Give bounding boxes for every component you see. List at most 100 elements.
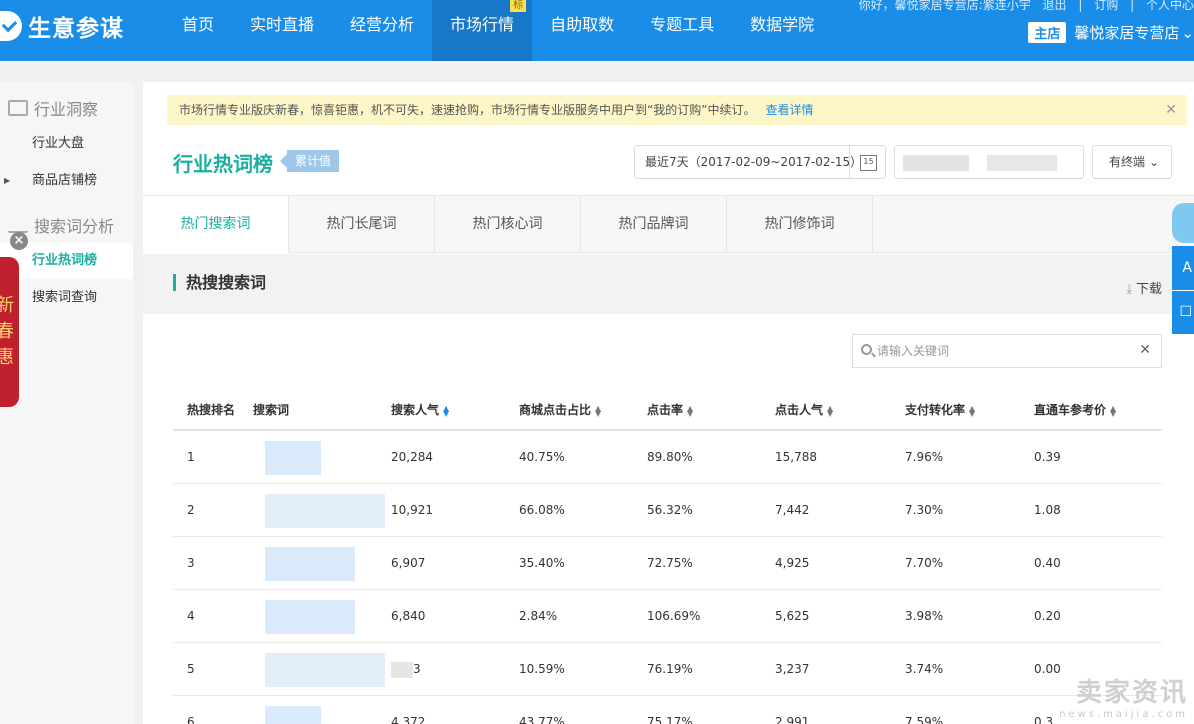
table-row[interactable]: 1 20,284 40.75% 89.80% 15,788 7.96% 0.39 [173, 431, 1162, 484]
notice-text: 市场行情专业版庆新春，惊喜钜惠，机不可失，速速抢购，市场行情专业版服务中用户到“… [179, 103, 756, 117]
watermark: 卖家资讯 news.maijia.com [1059, 672, 1188, 720]
sort-icon[interactable]: ▲ ▼ [827, 404, 833, 417]
tab-brand-words[interactable]: 热门品牌词 [581, 196, 727, 253]
table-row[interactable]: 4 6,840 2.84% 106.69% 5,625 3.98% 0.20 [173, 590, 1162, 643]
close-icon[interactable]: × [10, 232, 28, 250]
tab-label: 热门品牌词 [618, 216, 689, 232]
cell-rank: 3 [187, 556, 195, 570]
font-icon[interactable]: A [1182, 260, 1192, 276]
sidebar: 行业洞察 行业大盘 ▶ 商品店铺榜 搜索词分析 行业热词榜 搜索词查询 [0, 82, 133, 724]
download-button[interactable]: ⤓ 下载 [1126, 278, 1162, 297]
sidebar-item-label: 搜索词查询 [32, 290, 98, 305]
nav-market[interactable]: 市场行情 标 [432, 0, 533, 61]
order-link[interactable]: 订购 [1094, 0, 1118, 12]
sort-icon[interactable]: ▲ ▼ [595, 404, 601, 417]
nav-home-label: 首页 [182, 15, 215, 34]
cell-keyword[interactable] [253, 484, 391, 536]
col-ztc-price[interactable]: 直通车参考价 ▲ ▼ [1034, 389, 1162, 429]
tab-core-words[interactable]: 热门核心词 [435, 196, 581, 253]
greeting: 你好，馨悦家居专营店:紫连小宇 [858, 0, 1031, 12]
logo-check-icon [0, 11, 22, 41]
col-mall-click-ratio[interactable]: 商城点击占比 ▲ ▼ [519, 389, 647, 429]
nav-self-service[interactable]: 自助取数 [532, 0, 632, 61]
sidebar-item-industry-overview[interactable]: 行业大盘 [0, 126, 133, 162]
cell-keyword[interactable] [253, 537, 391, 589]
sidebar-item-search-query[interactable]: 搜索词查询 [0, 280, 133, 316]
table-row[interactable]: 3 6,907 35.40% 72.75% 4,925 7.70% 0.40 [173, 537, 1162, 590]
logo[interactable]: 生意参谋 [0, 8, 124, 44]
nav-home[interactable]: 首页 [164, 0, 232, 61]
nav-topic-tools[interactable]: 专题工具 [632, 0, 732, 61]
logout-link[interactable]: 退出 [1043, 0, 1067, 12]
cell-click-pop: 4,925 [775, 556, 810, 570]
sidebar-item-product-shop-rank[interactable]: ▶ 商品店铺榜 [0, 163, 133, 199]
cell-keyword[interactable] [253, 643, 391, 695]
store-switcher[interactable]: 主店 馨悦家居专营店 [1028, 22, 1194, 43]
logo-text: 生意参谋 [28, 16, 124, 42]
cell-search-pop: 6,907 [391, 556, 426, 570]
clear-icon[interactable]: ✕ [1139, 342, 1151, 358]
section-header: 热搜搜索词 ⤓ 下载 [143, 254, 1194, 314]
blurred-keyword [265, 653, 385, 687]
tab-label: 热门搜索词 [180, 216, 251, 232]
sort-icon[interactable]: ▲ ▼ [969, 404, 975, 417]
cell-mall-ratio: 43.77% [519, 715, 565, 724]
top-header: 生意参谋 首页 实时直播 经营分析 市场行情 标 自助取数 专题工具 数据学院 … [0, 0, 1194, 61]
search-input[interactable] [877, 341, 1127, 361]
col-ctr[interactable]: 点击率 ▲ ▼ [647, 389, 775, 429]
category-selector[interactable] [894, 145, 1084, 179]
close-icon[interactable]: ✕ [1165, 95, 1177, 125]
col-click-pop[interactable]: 点击人气 ▲ ▼ [775, 389, 905, 429]
cell-keyword[interactable] [253, 431, 391, 483]
terminal-select[interactable]: 有终端 [1092, 145, 1172, 179]
top-links: 你好，馨悦家居专营店:紫连小宇 退出 | 订购 | 个人中心 [851, 0, 1194, 13]
cell-ctr: 89.80% [647, 450, 693, 464]
tab-long-tail[interactable]: 热门长尾词 [289, 196, 435, 253]
cell-rank: 2 [187, 503, 195, 517]
col-search-pop[interactable]: 搜索人气 ▲ ▼ [391, 389, 519, 429]
cell-ctr: 56.32% [647, 503, 693, 517]
nav-live[interactable]: 实时直播 [232, 0, 332, 61]
cell-mall-ratio: 40.75% [519, 450, 565, 464]
main-content: 市场行情专业版庆新春，惊喜钜惠，机不可失，速速抢购，市场行情专业版服务中用户到“… [143, 82, 1194, 724]
tab-modifier-words[interactable]: 热门修饰词 [727, 196, 873, 253]
nav-business-analysis[interactable]: 经营分析 [332, 0, 432, 61]
cell-ctr: 106.69% [647, 609, 701, 623]
notice-details-link[interactable]: 查看详情 [765, 103, 813, 117]
feedback-icon[interactable]: ☐ [1179, 304, 1192, 320]
tab-hot-search[interactable]: 热门搜索词 [143, 196, 289, 253]
tab-label: 热门长尾词 [326, 216, 397, 232]
cell-conversion: 3.74% [905, 662, 944, 676]
terminal-select-label: 有终端 [1109, 155, 1146, 169]
table-row[interactable]: 2 10,921 66.08% 56.32% 7,442 7.30% 1.08 [173, 484, 1162, 537]
promo-banner[interactable]: 新 春 惠 [0, 257, 19, 407]
nav-data-academy[interactable]: 数据学院 [732, 0, 832, 61]
bar-chart-icon [8, 217, 28, 233]
cell-rank: 5 [187, 662, 195, 676]
col-label: 商城点击占比 [519, 403, 592, 417]
floating-toolbar[interactable]: A ☐ [1172, 246, 1194, 334]
store-name: 馨悦家居专营店 [1074, 22, 1194, 43]
cell-click-pop: 3,237 [775, 662, 810, 676]
cell-search-pop: 6,840 [391, 609, 426, 623]
sort-icon[interactable]: ▲ ▼ [443, 404, 449, 417]
mascot-icon[interactable] [1172, 203, 1194, 243]
sidebar-group-industry-insight: 行业洞察 [8, 96, 98, 120]
sort-icon[interactable]: ▲ ▼ [1110, 404, 1116, 417]
main-nav: 首页 实时直播 经营分析 市场行情 标 自助取数 专题工具 数据学院 [164, 0, 832, 61]
table-row[interactable]: 6 4,372 43.77% 75.17% 2,991 7.59% 0.3 [173, 696, 1162, 724]
personal-center-link[interactable]: 个人中心 [1146, 0, 1194, 12]
table-row[interactable]: 5 3 10.59% 76.19% 3,237 3.74% 0.00 [173, 643, 1162, 696]
cell-search-pop: 20,284 [391, 450, 433, 464]
col-conversion[interactable]: 支付转化率 ▲ ▼ [905, 389, 1034, 429]
nav-self-service-label: 自助取数 [550, 15, 615, 34]
date-range-picker[interactable]: 最近7天（2017-02-09~2017-02-15） [634, 145, 886, 179]
date-range-text: 最近7天（2017-02-09~2017-02-15） [645, 155, 863, 169]
cell-conversion: 3.98% [905, 609, 944, 623]
cell-keyword[interactable] [253, 590, 391, 642]
cell-conversion: 7.96% [905, 450, 944, 464]
watermark-title: 卖家资讯 [1075, 678, 1188, 708]
cell-keyword[interactable] [253, 696, 391, 724]
sort-icon[interactable]: ▲ ▼ [687, 404, 693, 417]
calendar-icon[interactable] [849, 146, 885, 178]
